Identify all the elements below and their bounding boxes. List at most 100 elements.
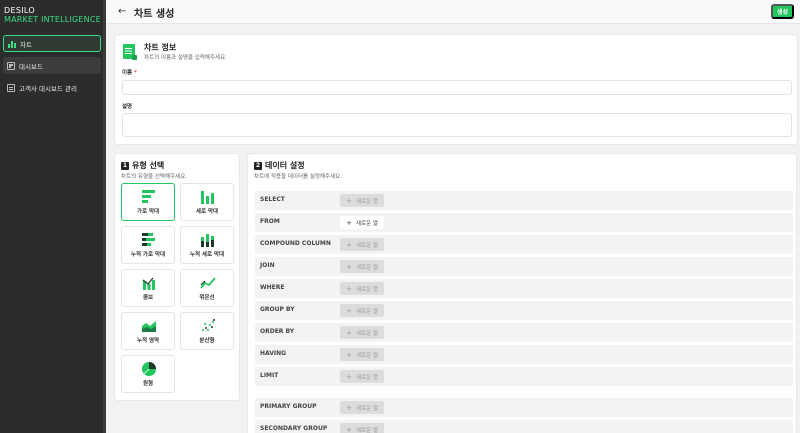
type-tile-stacked-horizontal-bar[interactable]: 누적 가로 막대 (121, 226, 175, 264)
type-label: 누적 세로 막대 (189, 252, 225, 258)
plus-icon: + (346, 306, 352, 315)
type-label: 세로 막대 (195, 209, 219, 215)
clause-label: PRIMARY GROUP (260, 403, 317, 410)
type-label: 누적 영역 (136, 338, 160, 344)
data-settings-card: 2 데이터 설정 차트에 적용할 데이터를 설정해주세요. SELECT + 새로… (247, 153, 797, 433)
sidebar-scrollbar[interactable] (103, 0, 106, 433)
sidebar: DESILO MARKET INTELLIGENCE 차트 대시보드 고객사 대… (0, 0, 106, 433)
add-column-button: + 새로운 열 (340, 326, 384, 339)
document-icon (7, 83, 15, 92)
dashboard-icon (7, 61, 15, 70)
clause-label: COMPOUND COLUMN (260, 240, 331, 247)
brand-tagline: MARKET INTELLIGENCE (4, 15, 101, 24)
type-tile-combo[interactable]: 콤보 (121, 269, 175, 307)
add-column-label: 새로운 열 (355, 286, 378, 293)
add-column-label: 새로운 열 (355, 427, 378, 433)
arrow-left-icon[interactable]: ← (118, 6, 126, 17)
description-input[interactable] (122, 113, 792, 137)
clause-label: WHERE (260, 284, 285, 291)
required-mark: * (134, 70, 137, 76)
clause-label: FROM (260, 218, 280, 225)
type-tile-stacked-area[interactable]: 누적 영역 (121, 312, 175, 350)
clause-label: GROUP BY (260, 306, 295, 313)
clause-row-compound-column: COMPOUND COLUMN + 새로운 열 (255, 235, 793, 254)
step-number: 1 (121, 161, 129, 170)
create-button[interactable]: 생성 (771, 4, 794, 19)
type-label: 가로 막대 (136, 209, 160, 215)
plus-icon: + (346, 240, 352, 249)
add-column-label: 새로운 열 (355, 264, 378, 271)
name-label: 이름 * (122, 68, 137, 76)
plus-icon: + (346, 262, 352, 271)
add-column-button: + 새로운 열 (340, 260, 384, 273)
clause-row-having: HAVING + 새로운 열 (255, 345, 793, 364)
clause-label: SELECT (260, 196, 285, 203)
name-input[interactable] (122, 80, 792, 95)
sidebar-item-client-dashboard[interactable]: 고객사 대시보드 관리 (3, 79, 101, 96)
add-column-button: + 새로운 열 (340, 423, 384, 433)
add-column-button: + 새로운 열 (340, 348, 384, 361)
clause-row-from: FROM + 새로운 열 (255, 213, 793, 232)
plus-icon: + (346, 196, 352, 205)
type-tile-horizontal-bar[interactable]: 가로 막대 (121, 183, 175, 221)
type-section-subtitle: 차트의 유형을 선택해주세요. (121, 174, 187, 180)
vertical-bar-icon (201, 191, 214, 204)
info-subtitle: 차트의 이름과 설명을 입력해주세요. (144, 55, 227, 61)
add-column-button: + 새로운 열 (340, 282, 384, 295)
add-column-label: 새로운 열 (355, 220, 378, 227)
pie-icon (142, 362, 156, 376)
data-section-subtitle: 차트에 적용할 데이터를 설정해주세요. (254, 174, 342, 180)
add-column-label: 새로운 열 (355, 330, 378, 337)
data-section-title: 2 데이터 설정 (254, 160, 305, 171)
type-tile-line[interactable]: 꺾은선 (180, 269, 234, 307)
scatter-icon (202, 319, 215, 331)
page-title: 차트 생성 (134, 9, 175, 20)
clause-row-join: JOIN + 새로운 열 (255, 257, 793, 276)
sidebar-item-dashboard[interactable]: 대시보드 (3, 57, 101, 74)
clause-label: JOIN (260, 262, 275, 269)
page-header: ← 차트 생성 생성 (106, 0, 800, 24)
combo-icon (142, 277, 155, 290)
sidebar-item-label: 고객사 대시보드 관리 (19, 84, 77, 93)
clause-row-group-by: GROUP BY + 새로운 열 (255, 301, 793, 320)
add-column-label: 새로운 열 (355, 242, 378, 249)
type-section-title: 1 유형 선택 (121, 160, 164, 171)
type-label: 누적 가로 막대 (130, 252, 166, 258)
sidebar-item-charts[interactable]: 차트 (3, 35, 101, 52)
group-row-secondary: SECONDARY GROUP + 새로운 열 (255, 420, 793, 433)
line-icon (200, 277, 216, 289)
type-tile-pie[interactable]: 원형 (121, 355, 175, 393)
plus-icon: + (346, 328, 352, 337)
type-title-text: 유형 선택 (132, 161, 165, 170)
type-label: 콤보 (142, 295, 154, 301)
stacked-vertical-bar-icon (201, 234, 214, 247)
sidebar-item-label: 차트 (20, 40, 32, 49)
stacked-horizontal-bar-icon (142, 233, 155, 246)
plus-icon: + (346, 218, 352, 227)
group-row-primary: PRIMARY GROUP + 새로운 열 (255, 398, 793, 417)
clause-label: ORDER BY (260, 328, 295, 335)
plus-icon: + (346, 350, 352, 359)
chart-document-icon (123, 44, 137, 60)
add-column-button: + 새로운 열 (340, 370, 384, 383)
add-column-button[interactable]: + 새로운 열 (340, 216, 384, 229)
plus-icon: + (346, 403, 352, 412)
clause-row-order-by: ORDER BY + 새로운 열 (255, 323, 793, 342)
add-column-button: + 새로운 열 (340, 401, 384, 414)
type-tile-scatter[interactable]: 분산형 (180, 312, 234, 350)
add-column-button: + 새로운 열 (340, 194, 384, 207)
bar-chart-icon (8, 40, 16, 48)
add-column-label: 새로운 열 (355, 308, 378, 315)
data-title-text: 데이터 설정 (265, 161, 305, 170)
add-column-label: 새로운 열 (355, 352, 378, 359)
type-tile-vertical-bar[interactable]: 세로 막대 (180, 183, 234, 221)
name-label-text: 이름 (122, 70, 133, 76)
type-tile-stacked-vertical-bar[interactable]: 누적 세로 막대 (180, 226, 234, 264)
add-column-label: 새로운 열 (355, 198, 378, 205)
type-label: 꺾은선 (199, 295, 215, 301)
add-column-button: + 새로운 열 (340, 238, 384, 251)
plus-icon: + (346, 372, 352, 381)
sidebar-item-label: 대시보드 (19, 62, 43, 71)
clause-label: LIMIT (260, 372, 279, 379)
brand-name: DESILO (4, 6, 35, 15)
